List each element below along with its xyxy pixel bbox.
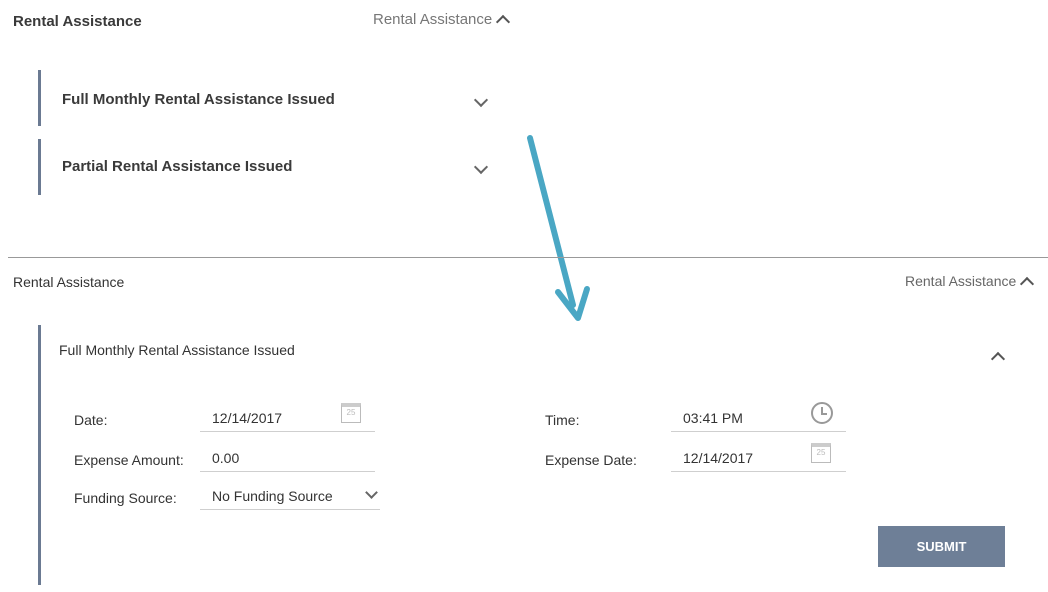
section-toggle-label: Rental Assistance	[905, 273, 1017, 289]
expense-amount-label: Expense Amount:	[74, 452, 184, 468]
expense-amount-field[interactable]: 0.00	[200, 446, 375, 472]
accordion-item-partial[interactable]: Partial Rental Assistance Issued	[62, 158, 292, 175]
chevron-down-icon[interactable]	[473, 92, 489, 108]
expense-date-label: Expense Date:	[545, 452, 637, 468]
time-label: Time:	[545, 412, 580, 428]
chevron-up-icon	[1020, 276, 1035, 291]
section-title-top: Rental Assistance	[13, 13, 142, 30]
section-divider	[8, 257, 1048, 258]
chevron-up-icon	[496, 14, 511, 30]
section-title-bottom: Rental Assistance	[13, 274, 125, 290]
clock-icon[interactable]	[811, 402, 833, 424]
panel-accent-bar	[38, 325, 41, 585]
panel-collapse-icon[interactable]	[990, 351, 1006, 367]
funding-source-label: Funding Source:	[74, 490, 177, 506]
section-toggle-bottom[interactable]: Rental Assistance	[905, 273, 1035, 291]
date-label: Date:	[74, 412, 108, 428]
panel-title: Full Monthly Rental Assistance Issued	[59, 342, 295, 358]
calendar-icon[interactable]: 25	[341, 403, 361, 423]
submit-button[interactable]: SUBMIT	[878, 526, 1005, 567]
section-toggle-label: Rental Assistance	[373, 11, 493, 28]
section-toggle-top[interactable]: Rental Assistance	[373, 11, 511, 30]
accordion-accent-bar	[38, 70, 41, 126]
chevron-down-icon[interactable]	[473, 159, 489, 175]
calendar-icon[interactable]: 25	[811, 443, 831, 463]
funding-source-select[interactable]: No Funding Source	[200, 484, 380, 510]
accordion-accent-bar	[38, 139, 41, 195]
accordion-item-full-monthly[interactable]: Full Monthly Rental Assistance Issued	[62, 91, 335, 108]
